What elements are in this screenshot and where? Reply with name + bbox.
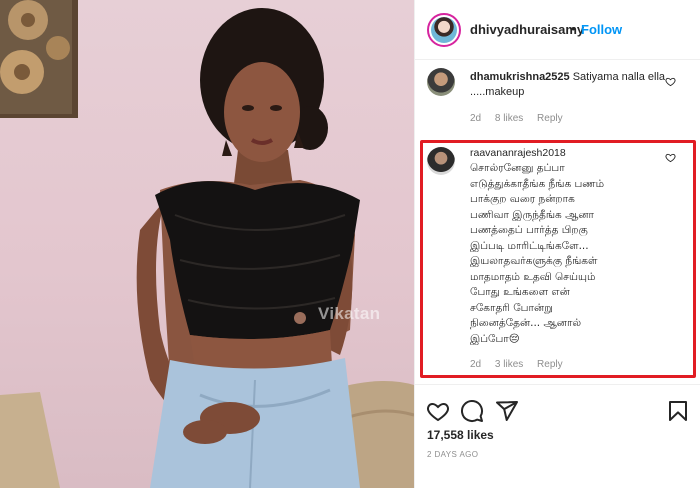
- comment-icon[interactable]: [460, 399, 484, 423]
- comment-line: பாக்குற வரை நன்றாக: [470, 193, 575, 205]
- vikatan-watermark: Vikatan: [318, 304, 381, 323]
- comment-body: dhamukrishna2525 Satiyama nalla ella ...…: [470, 70, 670, 100]
- post-timestamp: 2 DAYS AGO: [427, 450, 479, 459]
- bookmark-icon[interactable]: [666, 399, 690, 423]
- comment-line: சகோதரி போன்று: [470, 301, 553, 314]
- comment-line: போது உங்களை என்: [470, 286, 570, 298]
- reply-button[interactable]: Reply: [537, 113, 563, 124]
- follow-button[interactable]: Follow: [581, 22, 622, 37]
- comment-username[interactable]: dhamukrishna2525: [470, 71, 570, 83]
- comment-like-icon[interactable]: [665, 76, 676, 87]
- comment-body: raavananrajesh2018 சொல்ரனேனு தப்பா எடுத்…: [470, 146, 670, 347]
- author-username[interactable]: dhivyadhuraisamy: [470, 22, 584, 37]
- comment-line: இப்போ😔: [470, 332, 520, 345]
- comment-likes[interactable]: 8 likes: [495, 113, 523, 124]
- comment-line: எடுத்துக்காதீங்க நீங்க பணம்: [470, 177, 605, 190]
- comment-text: சொல்ரனேனு தப்பா எடுத்துக்காதீங்க நீங்க ப…: [470, 161, 670, 347]
- comment-meta: 2d 8 likes Reply: [470, 113, 574, 124]
- comment-like-icon[interactable]: [665, 152, 676, 163]
- comment-age: 2d: [470, 113, 482, 124]
- author-avatar[interactable]: [427, 13, 461, 47]
- comment-likes[interactable]: 3 likes: [495, 359, 523, 370]
- photo-illustration: [0, 0, 414, 488]
- comment-line: இயலாதவர்களுக்கு நீங்கள்: [470, 255, 598, 267]
- post-sidebar: dhivyadhuraisamy • Follow dhamukrishna25…: [415, 0, 700, 488]
- commenter-avatar[interactable]: [427, 147, 455, 175]
- post-photo[interactable]: Vikatan: [0, 0, 414, 488]
- post-header: dhivyadhuraisamy • Follow: [415, 0, 700, 60]
- reply-button[interactable]: Reply: [537, 359, 563, 370]
- comment-username[interactable]: raavananrajesh2018: [470, 146, 670, 161]
- heart-icon[interactable]: [426, 399, 450, 423]
- commenter-avatar[interactable]: [427, 68, 455, 96]
- post-actions: 17,558 likes 2 DAYS AGO: [415, 384, 700, 488]
- like-count[interactable]: 17,558 likes: [427, 428, 494, 442]
- comment-age: 2d: [470, 359, 482, 370]
- comment-line: மாதமாதம் உதவி செய்யும்: [470, 270, 596, 283]
- comment-line: சொல்ரனேனு தப்பா: [470, 162, 565, 174]
- share-icon[interactable]: [495, 399, 519, 423]
- comment-line: பணத்தைப் பார்த்த பிறகு: [470, 224, 588, 236]
- comment-line: நினைத்தேன்... ஆனால்: [470, 317, 582, 329]
- comment-item: raavananrajesh2018 சொல்ரனேனு தப்பா எடுத்…: [415, 140, 700, 380]
- comment-line: பணிவா இருந்தீங்க ஆனா: [470, 208, 595, 221]
- comment-item: dhamukrishna2525 Satiyama nalla ella ...…: [415, 60, 700, 130]
- header-separator: •: [571, 21, 576, 36]
- comment-meta: 2d 3 likes Reply: [470, 359, 574, 370]
- comment-line: இப்படி மாரிட்டிங்களே...: [470, 239, 589, 252]
